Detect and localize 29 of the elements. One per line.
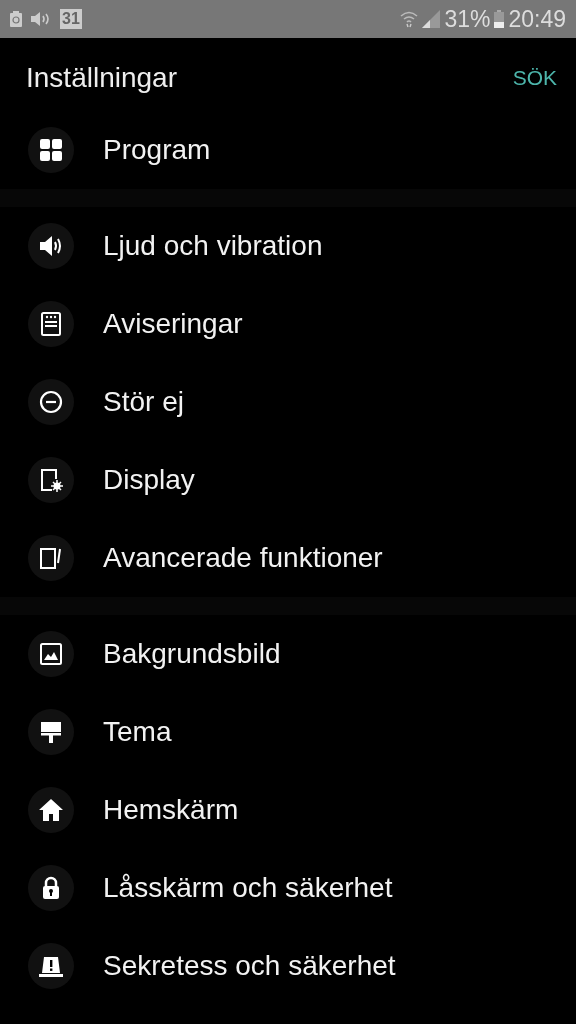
- speaker-icon: [38, 233, 64, 259]
- settings-item[interactable]: Bakgrundsbild: [0, 615, 576, 693]
- settings-item[interactable]: Display: [0, 441, 576, 519]
- settings-item[interactable]: Stör ej: [0, 363, 576, 441]
- settings-item[interactable]: Tema: [0, 693, 576, 771]
- volume-icon: [30, 11, 52, 27]
- battery-percent: 31%: [444, 5, 491, 33]
- settings-item[interactable]: Avancerade funktioner: [0, 519, 576, 597]
- grid-icon: [38, 137, 64, 163]
- settings-item[interactable]: Hemskärm: [0, 771, 576, 849]
- calendar-day: 31: [60, 9, 82, 29]
- search-button[interactable]: SÖK: [512, 61, 557, 94]
- clock: 20:49: [508, 5, 566, 33]
- notification-icon: [38, 311, 64, 337]
- settings-item[interactable]: Sekretess och säkerhet: [0, 927, 576, 1005]
- battery-icon: [494, 10, 505, 28]
- minus-circle-icon: [38, 389, 64, 415]
- wifi-icon: [400, 10, 419, 28]
- home-icon: [38, 797, 64, 823]
- image-icon: [38, 641, 64, 667]
- settings-item[interactable]: Ljud och vibration: [0, 207, 576, 285]
- paint-roller-icon: [38, 719, 64, 745]
- signal-icon: [422, 10, 441, 28]
- display-gear-icon: [38, 467, 64, 493]
- settings-item[interactable]: Program: [0, 111, 576, 189]
- screen-title: Inställningar: [26, 61, 177, 94]
- tablet-icon: [38, 545, 64, 571]
- settings-item[interactable]: Låsskärm och säkerhet: [0, 849, 576, 927]
- settings-item[interactable]: Aviseringar: [0, 285, 576, 363]
